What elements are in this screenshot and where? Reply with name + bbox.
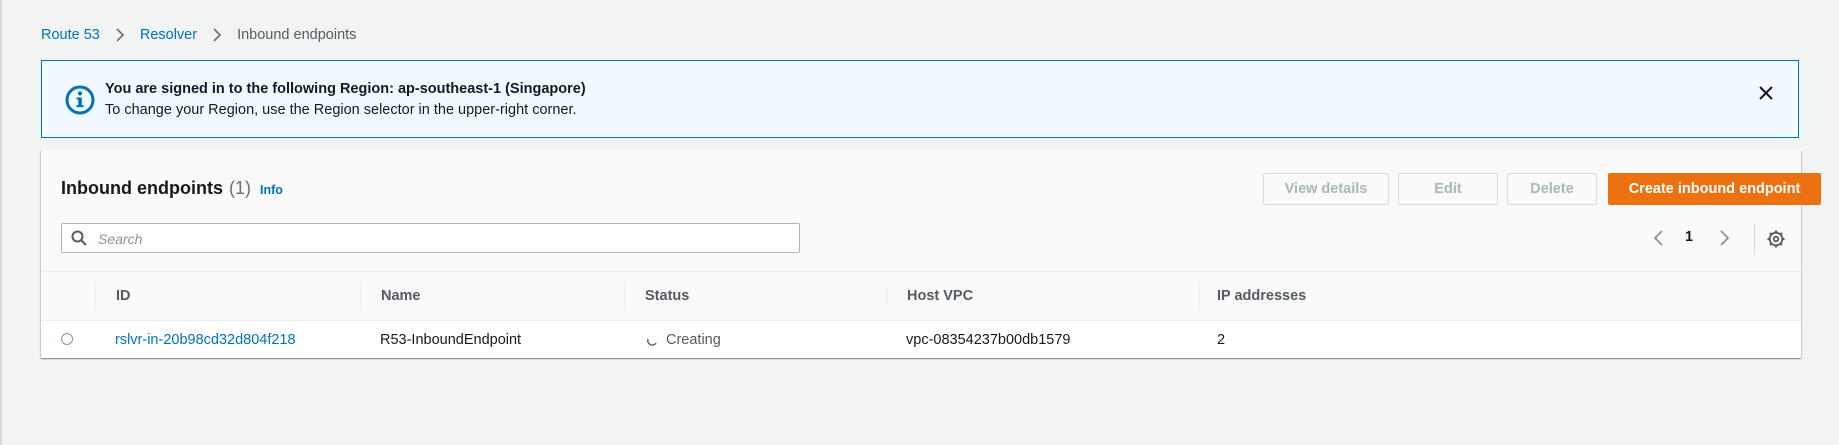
column-divider [1199,284,1200,308]
page-number[interactable]: 1 [1685,229,1693,245]
search-box [61,223,800,254]
search-icon [71,230,87,246]
endpoint-host-vpc: vpc-08354237b00db1579 [906,331,1071,348]
breadcrumb-resolver[interactable]: Resolver [140,27,197,43]
search-input[interactable] [96,224,790,254]
info-link[interactable]: Info [260,183,283,197]
gear-icon[interactable] [1767,230,1785,248]
column-header-name[interactable]: Name [381,272,421,320]
breadcrumb: Route 53 Resolver Inbound endpoints [41,24,356,46]
status-label: Creating [666,331,721,348]
flash-text: To change your Region, use the Region se… [105,102,577,118]
row-select-radio[interactable] [61,333,73,345]
panel-title: Inbound endpoints [61,178,223,198]
next-page-icon[interactable] [1716,230,1732,246]
column-divider [95,284,96,308]
inbound-endpoints-table-panel: Inbound endpoints (1) Info View details … [41,150,1821,358]
endpoint-name: R53-InboundEndpoint [380,331,522,348]
panel-header: Inbound endpoints (1) Info [61,178,283,199]
close-icon[interactable] [1754,81,1778,105]
spinner-icon [646,338,657,346]
table-header-row: ID Name Status Host VPC IP addresses [41,271,1801,321]
flash-title: You are signed in to the following Regio… [105,81,586,97]
column-divider [886,284,887,308]
endpoint-count: (1) [228,178,251,198]
edit-button[interactable]: Edit [1398,173,1498,205]
breadcrumb-route53[interactable]: Route 53 [41,27,100,43]
region-info-flash: You are signed in to the following Regio… [41,60,1799,138]
column-header-id[interactable]: ID [116,272,131,320]
column-header-status[interactable]: Status [645,272,689,320]
view-details-button[interactable]: View details [1263,173,1389,205]
endpoint-status: Creating [646,321,721,358]
column-divider [360,284,361,308]
chevron-right-icon [108,24,132,46]
column-divider [624,284,625,308]
info-circle-icon [64,84,96,116]
endpoint-id-link[interactable]: rslvr-in-20b98cd32d804f218 [115,321,296,358]
chevron-right-icon [205,24,229,46]
delete-button[interactable]: Delete [1507,173,1597,205]
page-left-border [0,0,2,445]
table-row[interactable]: rslvr-in-20b98cd32d804f218 R53-InboundEn… [41,321,1801,358]
create-inbound-endpoint-button[interactable]: Create inbound endpoint [1608,173,1821,205]
previous-page-icon[interactable] [1651,230,1667,246]
pagination-divider [1754,224,1755,254]
breadcrumb-current: Inbound endpoints [237,27,357,43]
column-header-host-vpc[interactable]: Host VPC [907,272,973,320]
endpoint-ip-addresses: 2 [1217,331,1226,348]
column-header-ip-addresses[interactable]: IP addresses [1217,272,1306,320]
